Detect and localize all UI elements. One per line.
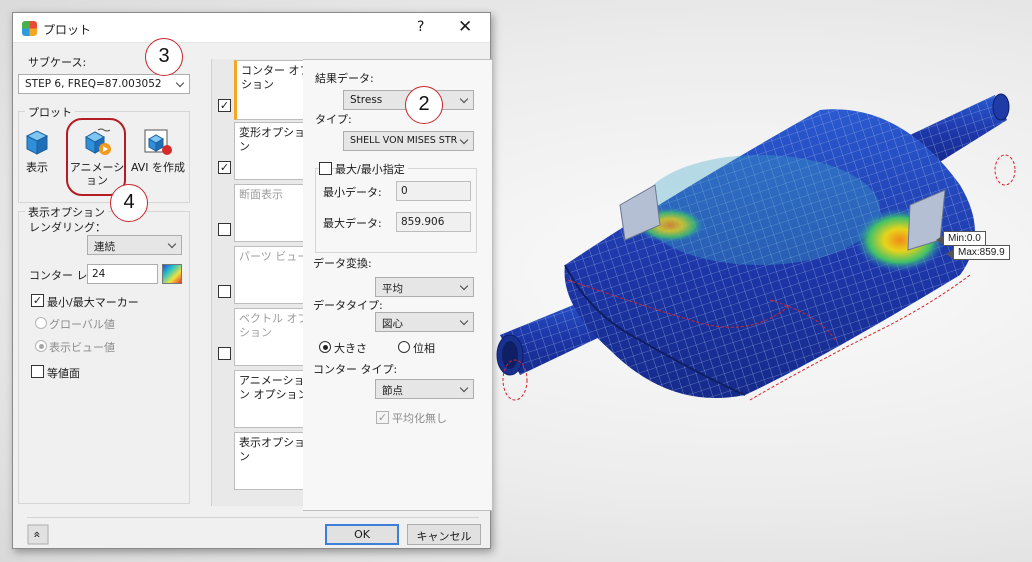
magnitude-radio[interactable] xyxy=(319,341,331,353)
contour-options-panel: 結果データ: Stress タイプ: SHELL VON MISES STR 最… xyxy=(303,59,493,511)
callout-4: 4 xyxy=(110,184,148,222)
minmax-specify-label: 最大/最小指定 xyxy=(335,161,408,177)
contour-type-label: コンター タイプ: xyxy=(313,363,398,376)
tab-checkbox-deformation[interactable]: ✓ xyxy=(218,161,231,174)
close-button[interactable]: ✕ xyxy=(458,17,472,37)
plot-group-title: プロット xyxy=(25,104,75,120)
isovalue-label: 等値面 xyxy=(47,367,80,380)
global-value-label: グローバル値 xyxy=(49,318,115,331)
avi-tool-button[interactable]: AVI を作成 xyxy=(128,127,188,174)
max-value-tag: Max:859.9 xyxy=(946,245,1010,260)
isovalue-checkbox[interactable] xyxy=(31,365,44,378)
global-value-radio[interactable] xyxy=(35,317,47,329)
contour-level-input[interactable]: 24 xyxy=(87,264,158,284)
view-value-radio[interactable] xyxy=(35,340,47,352)
app-logo-icon xyxy=(22,21,37,36)
phase-radio[interactable] xyxy=(398,341,410,353)
help-button[interactable]: ? xyxy=(417,19,424,35)
min-data-label: 最小データ: xyxy=(323,186,382,199)
data-type-label: データタイプ: xyxy=(313,299,383,312)
callout-3: 3 xyxy=(145,38,183,76)
minmax-marker-checkbox[interactable]: ✓ xyxy=(31,294,44,307)
minmax-specify-checkbox[interactable] xyxy=(319,162,332,175)
ok-button[interactable]: OK xyxy=(325,524,399,545)
footer-separator xyxy=(27,517,479,518)
data-type-select[interactable]: 図心 xyxy=(375,312,474,332)
data-transform-label: データ変換: xyxy=(313,257,372,270)
minmax-marker-label: 最小/最大マーカー xyxy=(47,296,139,309)
no-average-label: 平均化無し xyxy=(392,412,447,425)
display-tool-label: 表示 xyxy=(26,161,48,174)
magnitude-label: 大きさ xyxy=(334,342,367,355)
tab-checkbox-contour[interactable]: ✓ xyxy=(218,99,231,112)
display-cube-icon xyxy=(21,127,53,157)
rendering-label: レンダリング： xyxy=(29,221,106,234)
avi-tool-label: AVI を作成 xyxy=(130,161,186,174)
animation-highlight-ring xyxy=(66,118,126,196)
rendering-select[interactable]: 連続 xyxy=(87,235,182,255)
subcase-select[interactable]: STEP 6, FREQ=87.003052 xyxy=(18,74,190,94)
contour-type-select[interactable]: 節点 xyxy=(375,379,474,399)
phase-label: 位相 xyxy=(413,342,435,355)
max-data-input[interactable]: 859.906 xyxy=(396,212,471,232)
min-data-input[interactable]: 0 xyxy=(396,181,471,201)
result-data-label: 結果データ: xyxy=(315,72,374,85)
tab-column: ✓ コンター オプション ✓ 変形オプション 断面表示 パーツ ビュー ベクトル… xyxy=(211,59,317,506)
collapse-button[interactable]: » xyxy=(27,524,49,545)
subcase-label: サブケース: xyxy=(28,56,87,69)
max-data-label: 最大データ: xyxy=(323,217,382,230)
callout-2: 2 xyxy=(405,86,443,124)
color-legend-button[interactable] xyxy=(162,264,182,284)
type-select[interactable]: SHELL VON MISES STR xyxy=(343,131,474,151)
contour-level-label: コンター レ xyxy=(29,269,88,282)
title-bar: プロット ? ✕ xyxy=(13,13,490,43)
type-label: タイプ: xyxy=(315,113,352,126)
avi-record-icon xyxy=(142,127,174,157)
no-average-checkbox[interactable]: ✓ xyxy=(376,411,389,424)
data-transform-select[interactable]: 平均 xyxy=(375,277,474,297)
view-value-label: 表示ビュー値 xyxy=(49,341,115,354)
muffler-body xyxy=(564,109,975,399)
min-value-tag: Min:0.0 xyxy=(936,231,986,246)
cancel-button[interactable]: キャンセル xyxy=(407,524,481,545)
tab-checkbox-section[interactable] xyxy=(218,223,231,236)
display-options-title: 表示オプション xyxy=(25,204,108,220)
display-tool-button[interactable]: 表示 xyxy=(19,127,55,174)
muffler-model-viewport[interactable] xyxy=(490,90,1032,450)
dialog-title: プロット xyxy=(43,23,92,37)
tab-checkbox-vector[interactable] xyxy=(218,347,231,360)
tab-checkbox-parts[interactable] xyxy=(218,285,231,298)
